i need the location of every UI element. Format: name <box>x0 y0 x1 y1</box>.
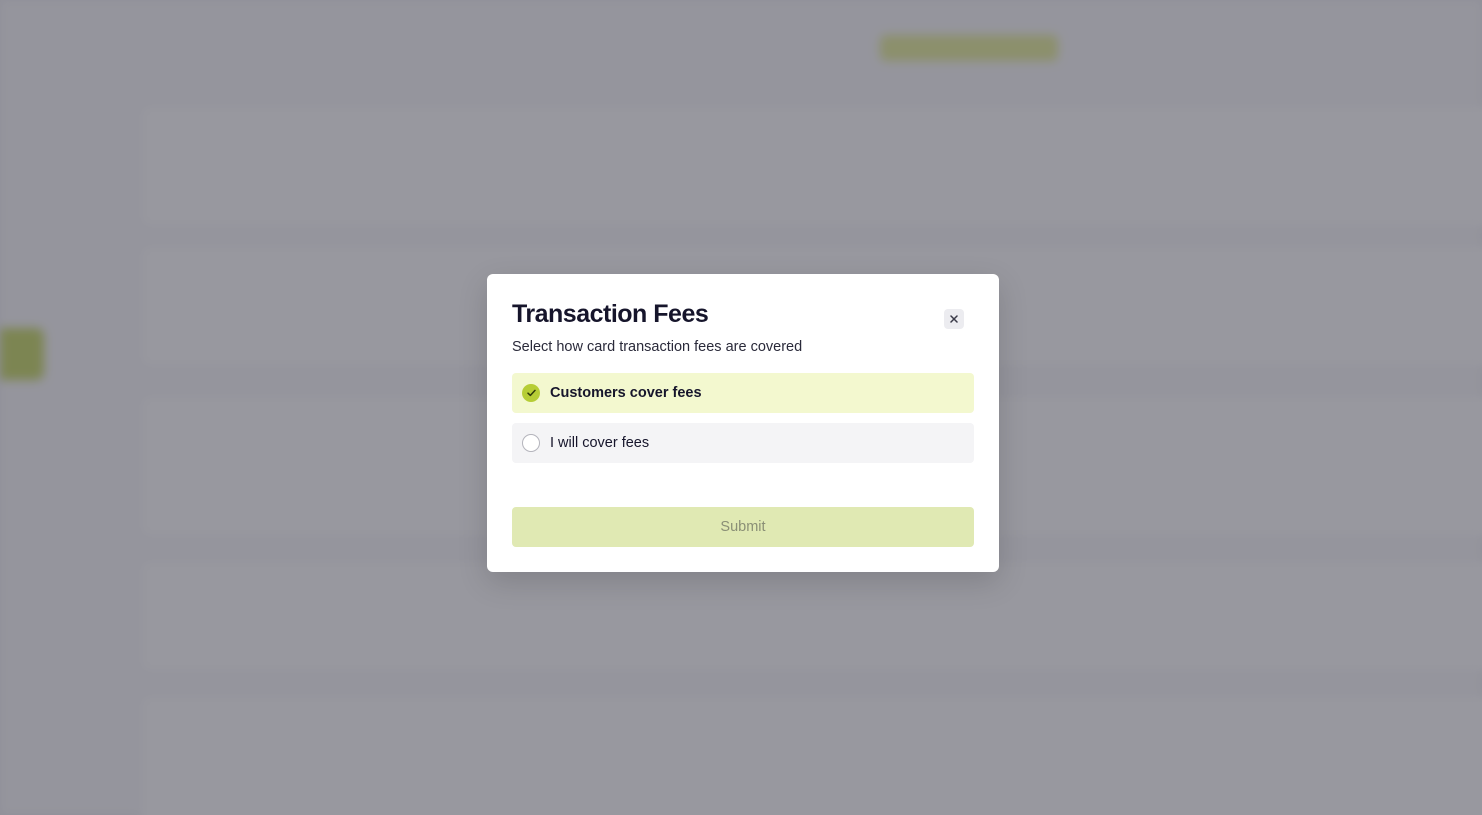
modal-subtitle: Select how card transaction fees are cov… <box>512 339 803 355</box>
close-icon <box>950 315 958 323</box>
option-customers-cover-fees[interactable]: Customers cover fees <box>512 373 974 413</box>
option-label: Customers cover fees <box>550 385 702 401</box>
transaction-fees-modal: Transaction Fees Select how card transac… <box>487 274 999 572</box>
option-i-will-cover-fees[interactable]: I will cover fees <box>512 423 974 463</box>
radio-unchecked[interactable] <box>522 434 540 452</box>
radio-checked[interactable] <box>522 384 540 402</box>
close-button[interactable] <box>944 309 964 329</box>
submit-button[interactable]: Submit <box>512 507 974 547</box>
option-label: I will cover fees <box>550 435 650 451</box>
check-icon <box>526 389 536 397</box>
modal-title: Transaction Fees <box>512 300 709 328</box>
